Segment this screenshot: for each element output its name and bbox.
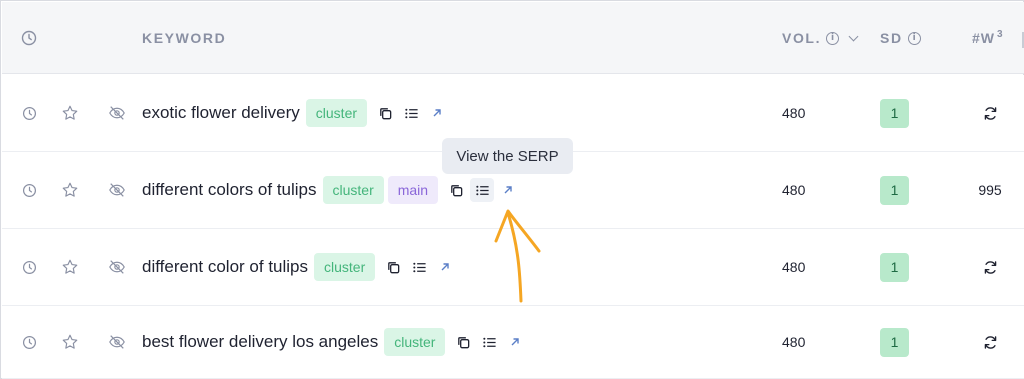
- sd-badge: 1: [880, 98, 909, 128]
- sd-column-header[interactable]: SD i: [880, 30, 921, 46]
- info-icon[interactable]: i: [907, 31, 921, 45]
- copy-icon[interactable]: [444, 178, 468, 202]
- view-serp-tooltip: View the SERP: [442, 138, 573, 174]
- keyword-cell: best flower delivery los angeles cluster: [142, 306, 527, 378]
- hide-eye-icon[interactable]: [105, 75, 129, 151]
- volume-value: 480: [782, 259, 806, 275]
- keyword-text[interactable]: different color of tulips: [142, 257, 308, 277]
- copy-icon[interactable]: [381, 255, 405, 279]
- cluster-badge[interactable]: cluster: [384, 328, 446, 356]
- keyword-text[interactable]: different colors of tulips: [142, 180, 317, 200]
- star-icon[interactable]: [58, 75, 82, 151]
- keyword-cell: exotic flower delivery cluster: [142, 75, 449, 151]
- external-link-icon[interactable]: [433, 255, 457, 279]
- clock-icon[interactable]: [18, 2, 40, 73]
- sd-cell: 1: [880, 75, 909, 151]
- star-icon[interactable]: [58, 229, 82, 305]
- cluster-badge[interactable]: cluster: [322, 176, 384, 204]
- keyword-table: KEYWORD VOL. i SD i #W 3 exotic flower de…: [0, 0, 1024, 379]
- words-column-header[interactable]: #W 3: [972, 29, 1004, 47]
- refresh-icon[interactable]: [960, 306, 1020, 378]
- info-icon[interactable]: i: [826, 31, 840, 45]
- list-serp-icon[interactable]: [399, 101, 423, 125]
- history-icon[interactable]: [18, 152, 40, 228]
- history-icon[interactable]: [18, 306, 40, 378]
- words-value: 995: [978, 182, 1002, 198]
- sd-badge: 1: [880, 327, 909, 357]
- list-serp-icon[interactable]: [477, 330, 501, 354]
- external-link-icon[interactable]: [503, 330, 527, 354]
- hide-eye-icon[interactable]: [105, 152, 129, 228]
- copy-icon[interactable]: [373, 101, 397, 125]
- history-icon[interactable]: [18, 229, 40, 305]
- refresh-icon[interactable]: [960, 229, 1020, 305]
- keyword-text[interactable]: exotic flower delivery: [142, 103, 300, 123]
- list-serp-icon[interactable]: [470, 178, 495, 202]
- sort-chevron-icon[interactable]: [848, 31, 859, 41]
- table-row: best flower delivery los angeles cluster…: [2, 306, 1024, 379]
- volume-value: 480: [782, 182, 806, 198]
- keyword-cell: different color of tulips cluster: [142, 229, 457, 305]
- sd-badge: 1: [880, 252, 909, 282]
- volume-value: 480: [782, 334, 806, 350]
- external-link-icon[interactable]: [425, 101, 449, 125]
- list-serp-icon[interactable]: [407, 255, 431, 279]
- volume-column-header[interactable]: VOL. i: [782, 30, 859, 46]
- hide-eye-icon[interactable]: [105, 229, 129, 305]
- main-badge[interactable]: main: [387, 176, 439, 204]
- sd-cell: 1: [880, 152, 909, 228]
- sd-cell: 1: [880, 229, 909, 305]
- cluster-badge[interactable]: cluster: [305, 99, 368, 127]
- star-icon[interactable]: [58, 152, 82, 228]
- keyword-column-header[interactable]: KEYWORD: [142, 30, 226, 46]
- copy-icon[interactable]: [451, 330, 475, 354]
- history-icon[interactable]: [18, 75, 40, 151]
- refresh-icon[interactable]: [960, 75, 1020, 151]
- volume-value: 480: [782, 105, 806, 121]
- star-icon[interactable]: [58, 306, 82, 378]
- external-link-icon[interactable]: [496, 178, 520, 202]
- sd-badge: 1: [880, 175, 909, 205]
- annotation-arrow: [494, 209, 541, 303]
- hide-eye-icon[interactable]: [105, 306, 129, 378]
- cluster-badge[interactable]: cluster: [314, 253, 376, 281]
- table-header: KEYWORD VOL. i SD i #W 3: [2, 2, 1024, 74]
- keyword-text[interactable]: best flower delivery los angeles: [142, 332, 378, 352]
- sd-cell: 1: [880, 306, 909, 378]
